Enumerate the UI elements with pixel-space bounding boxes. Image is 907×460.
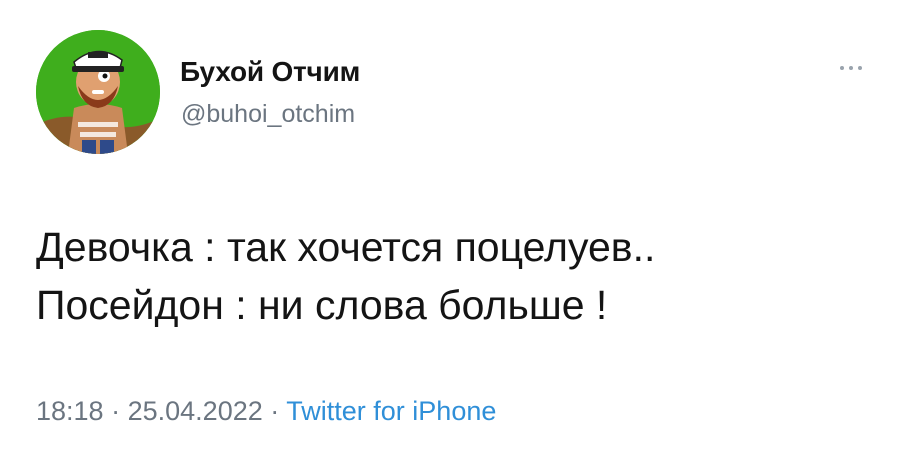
tweet-date[interactable]: 25.04.2022: [128, 396, 263, 426]
username[interactable]: @buhoi_otchim: [181, 100, 355, 129]
avatar[interactable]: [36, 30, 160, 154]
avatar-illustration: [36, 30, 160, 154]
tweet-text: Девочка : так хочется поцелуев.. Посейдо…: [36, 218, 655, 334]
tweet-text-line: Девочка : так хочется поцелуев..: [36, 224, 656, 270]
tweet-text-line: Посейдон : ни слова больше !: [36, 282, 608, 328]
more-dots-icon[interactable]: [836, 60, 866, 76]
tweet-meta: 18:18 · 25.04.2022 · Twitter for iPhone: [36, 396, 496, 427]
display-name[interactable]: Бухой Отчим: [180, 56, 360, 88]
meta-separator: ·: [111, 396, 121, 426]
tweet-card: Бухой Отчим @buhoi_otchim Девочка : так …: [0, 0, 907, 460]
tweet-time[interactable]: 18:18: [36, 396, 104, 426]
meta-separator: ·: [270, 396, 280, 426]
tweet-source-link[interactable]: Twitter for iPhone: [286, 396, 496, 426]
